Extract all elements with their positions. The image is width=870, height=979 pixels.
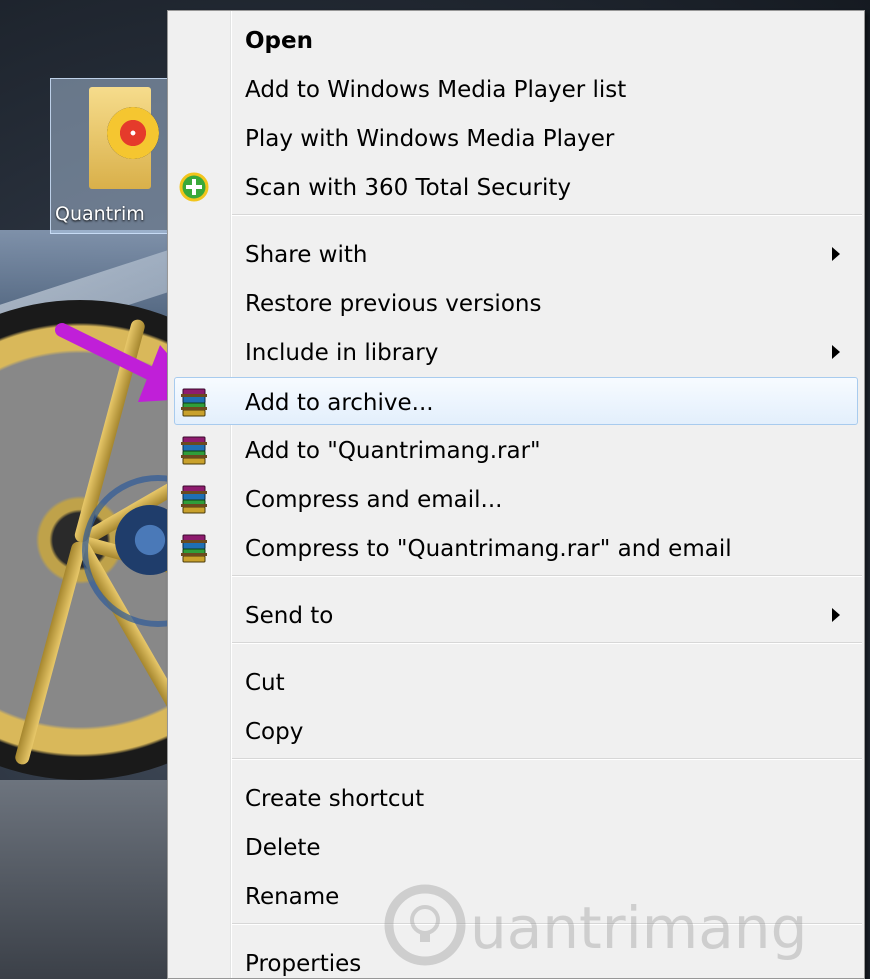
menu-item-cut[interactable]: Cut	[168, 658, 864, 706]
submenu-arrow-icon	[832, 247, 840, 261]
menu-item-label: Play with Windows Media Player	[245, 126, 615, 152]
menu-item-label: Rename	[245, 884, 340, 910]
menu-item-label: Add to Windows Media Player list	[245, 77, 627, 103]
menu-separator	[232, 575, 862, 577]
menu-item-label: Open	[245, 28, 313, 54]
menu-item-label: Add to "Quantrimang.rar"	[245, 438, 541, 464]
menu-item-share-with[interactable]: Share with	[168, 230, 864, 278]
360-security-icon	[178, 171, 210, 203]
menu-separator	[232, 642, 862, 644]
menu-item-compress-and-email[interactable]: Compress and email...	[168, 475, 864, 523]
menu-item-scan-with-360-total-security[interactable]: Scan with 360 Total Security	[168, 163, 864, 211]
menu-item-add-to-quantrimang-rar[interactable]: Add to "Quantrimang.rar"	[168, 426, 864, 474]
menu-item-include-in-library[interactable]: Include in library	[168, 328, 864, 376]
menu-item-label: Create shortcut	[245, 786, 425, 812]
submenu-arrow-icon	[832, 608, 840, 622]
menu-item-add-to-windows-media-player-list[interactable]: Add to Windows Media Player list	[168, 65, 864, 113]
menu-item-label: Compress to "Quantrimang.rar" and email	[245, 536, 732, 562]
winrar-icon	[178, 483, 210, 515]
menu-separator	[232, 214, 862, 216]
menu-item-open[interactable]: Open	[168, 16, 864, 64]
menu-item-delete[interactable]: Delete	[168, 823, 864, 871]
menu-item-rename[interactable]: Rename	[168, 872, 864, 920]
submenu-arrow-icon	[832, 345, 840, 359]
menu-item-add-to-archive[interactable]: Add to archive...	[174, 377, 858, 425]
menu-item-label: Share with	[245, 242, 368, 268]
menu-item-copy[interactable]: Copy	[168, 707, 864, 755]
menu-item-compress-to-quantrimang-rar-and-email[interactable]: Compress to "Quantrimang.rar" and email	[168, 524, 864, 572]
menu-item-restore-previous-versions[interactable]: Restore previous versions	[168, 279, 864, 327]
menu-item-label: Add to archive...	[245, 390, 434, 416]
context-menu: Open Add to Windows Media Player list Play…	[167, 10, 865, 979]
menu-item-label: Cut	[245, 670, 285, 696]
winrar-icon	[178, 434, 210, 466]
menu-separator	[232, 758, 862, 760]
menu-item-label: Restore previous versions	[245, 291, 542, 317]
menu-item-play-with-windows-media-player[interactable]: Play with Windows Media Player	[168, 114, 864, 162]
menu-item-label: Copy	[245, 719, 304, 745]
menu-item-send-to[interactable]: Send to	[168, 591, 864, 639]
menu-separator	[232, 923, 862, 925]
menu-item-label: Include in library	[245, 340, 439, 366]
menu-item-properties[interactable]: Properties	[168, 939, 864, 978]
menu-item-label: Properties	[245, 951, 362, 977]
winrar-icon	[178, 386, 210, 418]
menu-item-label: Delete	[245, 835, 321, 861]
menu-item-label: Send to	[245, 603, 334, 629]
menu-item-label: Compress and email...	[245, 487, 503, 513]
menu-item-create-shortcut[interactable]: Create shortcut	[168, 774, 864, 822]
winrar-icon	[178, 532, 210, 564]
menu-item-label: Scan with 360 Total Security	[245, 175, 572, 201]
